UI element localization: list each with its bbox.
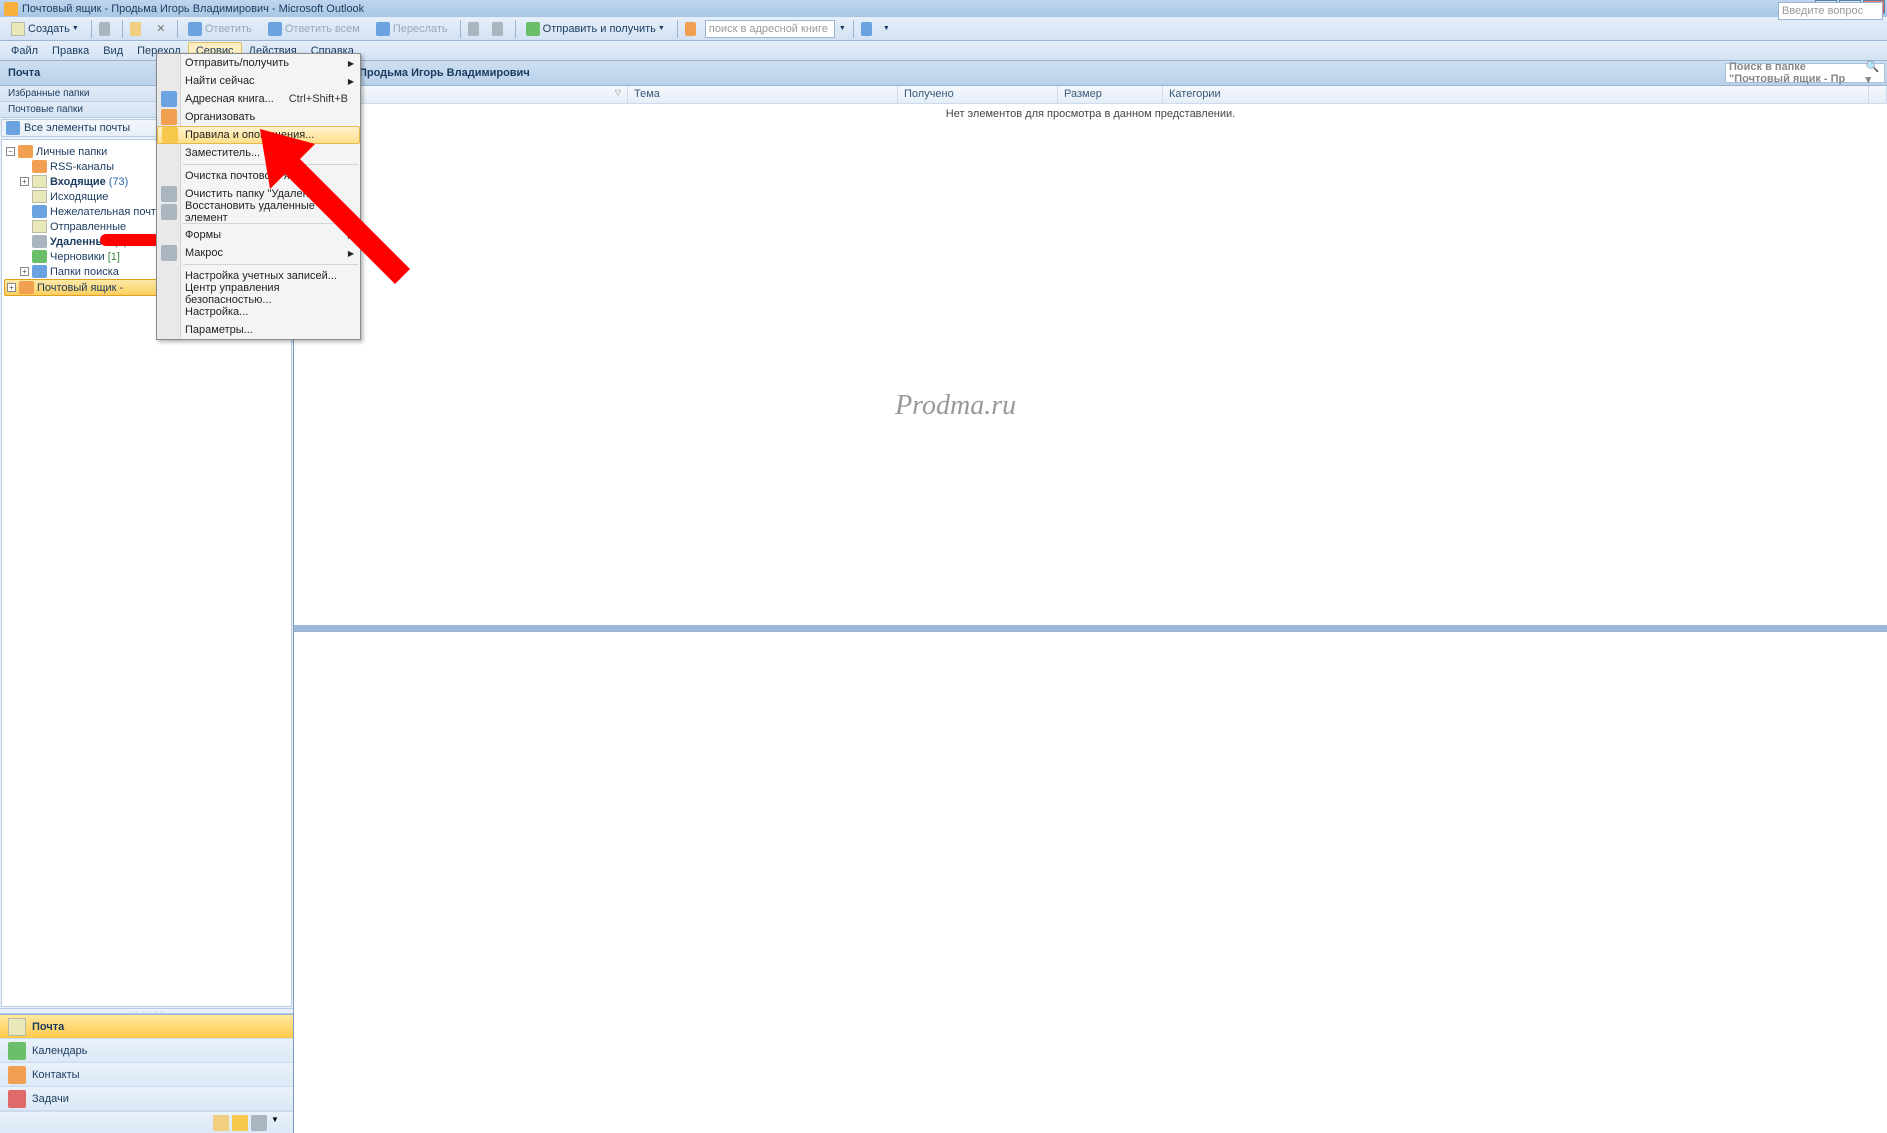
sent-icon xyxy=(32,220,47,233)
help-button[interactable] xyxy=(857,19,879,39)
delete-button[interactable]: ✕ xyxy=(150,19,172,39)
col-received[interactable]: Получено xyxy=(898,86,1058,103)
col-flag[interactable] xyxy=(1869,86,1887,103)
journal-icon[interactable] xyxy=(251,1115,267,1131)
menu-address-book[interactable]: Адресная книга...Ctrl+Shift+B xyxy=(157,90,360,108)
menu-trust-center[interactable]: Центр управления безопасностью... xyxy=(157,285,360,303)
col-size[interactable]: Размер xyxy=(1058,86,1163,103)
menu-view[interactable]: Вид xyxy=(96,43,130,59)
mail-icon xyxy=(8,1018,26,1036)
menu-organize[interactable]: Организовать xyxy=(157,108,360,126)
reply-all-icon xyxy=(268,22,282,36)
search-icon xyxy=(6,121,20,135)
print-icon xyxy=(99,22,110,36)
ask-question-input[interactable]: Введите вопрос xyxy=(1778,2,1883,20)
redaction-mark xyxy=(100,234,160,246)
col-categories[interactable]: Категории xyxy=(1163,86,1869,103)
nav-mail-button[interactable]: Почта xyxy=(0,1015,293,1039)
nav-calendar-button[interactable]: Календарь xyxy=(0,1039,293,1063)
empty-message: Нет элементов для просмотра в данном пре… xyxy=(294,104,1887,124)
col-subject[interactable]: Тема xyxy=(628,86,898,103)
column-headers: т▽ Тема Получено Размер Категории xyxy=(294,86,1887,104)
reply-icon xyxy=(188,22,202,36)
menu-file[interactable]: Файл xyxy=(4,43,45,59)
nav-tasks-button[interactable]: Задачи xyxy=(0,1087,293,1111)
rules-icon xyxy=(162,127,178,143)
col-from[interactable]: т▽ xyxy=(348,86,628,103)
trash-icon xyxy=(32,235,47,248)
categorize-button[interactable] xyxy=(464,19,486,39)
configure-buttons[interactable]: ▼ xyxy=(271,1115,287,1131)
sync-icon xyxy=(526,22,540,36)
service-menu: Отправить/получить▶ Найти сейчас▶ Адресн… xyxy=(156,53,361,340)
menu-restore-deleted[interactable]: Восстановить удаленные элемент xyxy=(157,203,360,221)
find-contact-button[interactable] xyxy=(681,19,703,39)
print-button[interactable] xyxy=(95,19,117,39)
send-receive-button[interactable]: Отправить и получить▼ xyxy=(519,19,672,39)
tasks-icon xyxy=(8,1090,26,1108)
junk-icon xyxy=(32,205,47,218)
menu-customize[interactable]: Настройка... xyxy=(157,303,360,321)
rss-icon xyxy=(32,160,47,173)
forward-icon xyxy=(376,22,390,36)
new-button[interactable]: Создать▼ xyxy=(4,19,86,39)
folder-list-icon[interactable] xyxy=(213,1115,229,1131)
address-search-input[interactable]: поиск в адресной книге xyxy=(705,20,835,38)
menu-find-now[interactable]: Найти сейчас▶ xyxy=(157,72,360,90)
calendar-icon xyxy=(8,1042,26,1060)
search-folder-icon xyxy=(32,265,47,278)
move-button[interactable] xyxy=(126,19,148,39)
shortcuts-icon[interactable] xyxy=(232,1115,248,1131)
menu-delegate[interactable]: Заместитель... xyxy=(157,144,360,162)
organize-icon xyxy=(161,109,177,125)
menu-send-receive[interactable]: Отправить/получить▶ xyxy=(157,54,360,72)
restore-icon xyxy=(161,204,177,220)
content-panel: ый ящик - Продьма Игорь Владимирович Пои… xyxy=(294,61,1887,1133)
drafts-icon xyxy=(32,250,47,263)
window-title: Почтовый ящик - Продьма Игорь Владимиров… xyxy=(22,3,364,15)
menu-forms[interactable]: Формы▶ xyxy=(157,226,360,244)
menu-edit[interactable]: Правка xyxy=(45,43,96,59)
main-toolbar: Создать▼ ✕ Ответить Ответить всем Пересл… xyxy=(0,17,1887,41)
mailbox-icon xyxy=(19,281,34,294)
reply-button[interactable]: Ответить xyxy=(181,19,259,39)
content-header: ый ящик - Продьма Игорь Владимирович Пои… xyxy=(294,61,1887,86)
app-icon xyxy=(4,2,18,16)
flag-button[interactable] xyxy=(488,19,510,39)
nav-bottom-bar: ▼ xyxy=(0,1111,293,1133)
outbox-icon xyxy=(32,190,47,203)
folder-icon xyxy=(130,22,141,36)
folder-search-input[interactable]: Поиск в папке "Почтовый ящик - Пр🔍 ▾ xyxy=(1725,63,1885,83)
contacts-icon xyxy=(8,1066,26,1084)
address-book-icon xyxy=(161,91,177,107)
mail-icon xyxy=(11,22,25,36)
watermark: Prodma.ru xyxy=(895,390,1016,422)
window-titlebar: Почтовый ящик - Продьма Игорь Владимиров… xyxy=(0,0,1887,17)
menu-macros[interactable]: Макрос▶ xyxy=(157,244,360,262)
forward-button[interactable]: Переслать xyxy=(369,19,455,39)
macro-icon xyxy=(161,245,177,261)
contact-icon xyxy=(685,22,696,36)
menu-mailbox-cleanup[interactable]: Очистка почтового ящ xyxy=(157,167,360,185)
folder-icon xyxy=(18,145,33,158)
menu-options[interactable]: Параметры... xyxy=(157,321,360,339)
reading-pane xyxy=(294,631,1887,1133)
nav-contacts-button[interactable]: Контакты xyxy=(0,1063,293,1087)
inbox-icon xyxy=(32,175,47,188)
empty-trash-icon xyxy=(161,186,177,202)
reply-all-button[interactable]: Ответить всем xyxy=(261,19,367,39)
help-icon xyxy=(861,22,872,36)
menu-rules-alerts[interactable]: Правила и оповещения... xyxy=(157,126,360,144)
